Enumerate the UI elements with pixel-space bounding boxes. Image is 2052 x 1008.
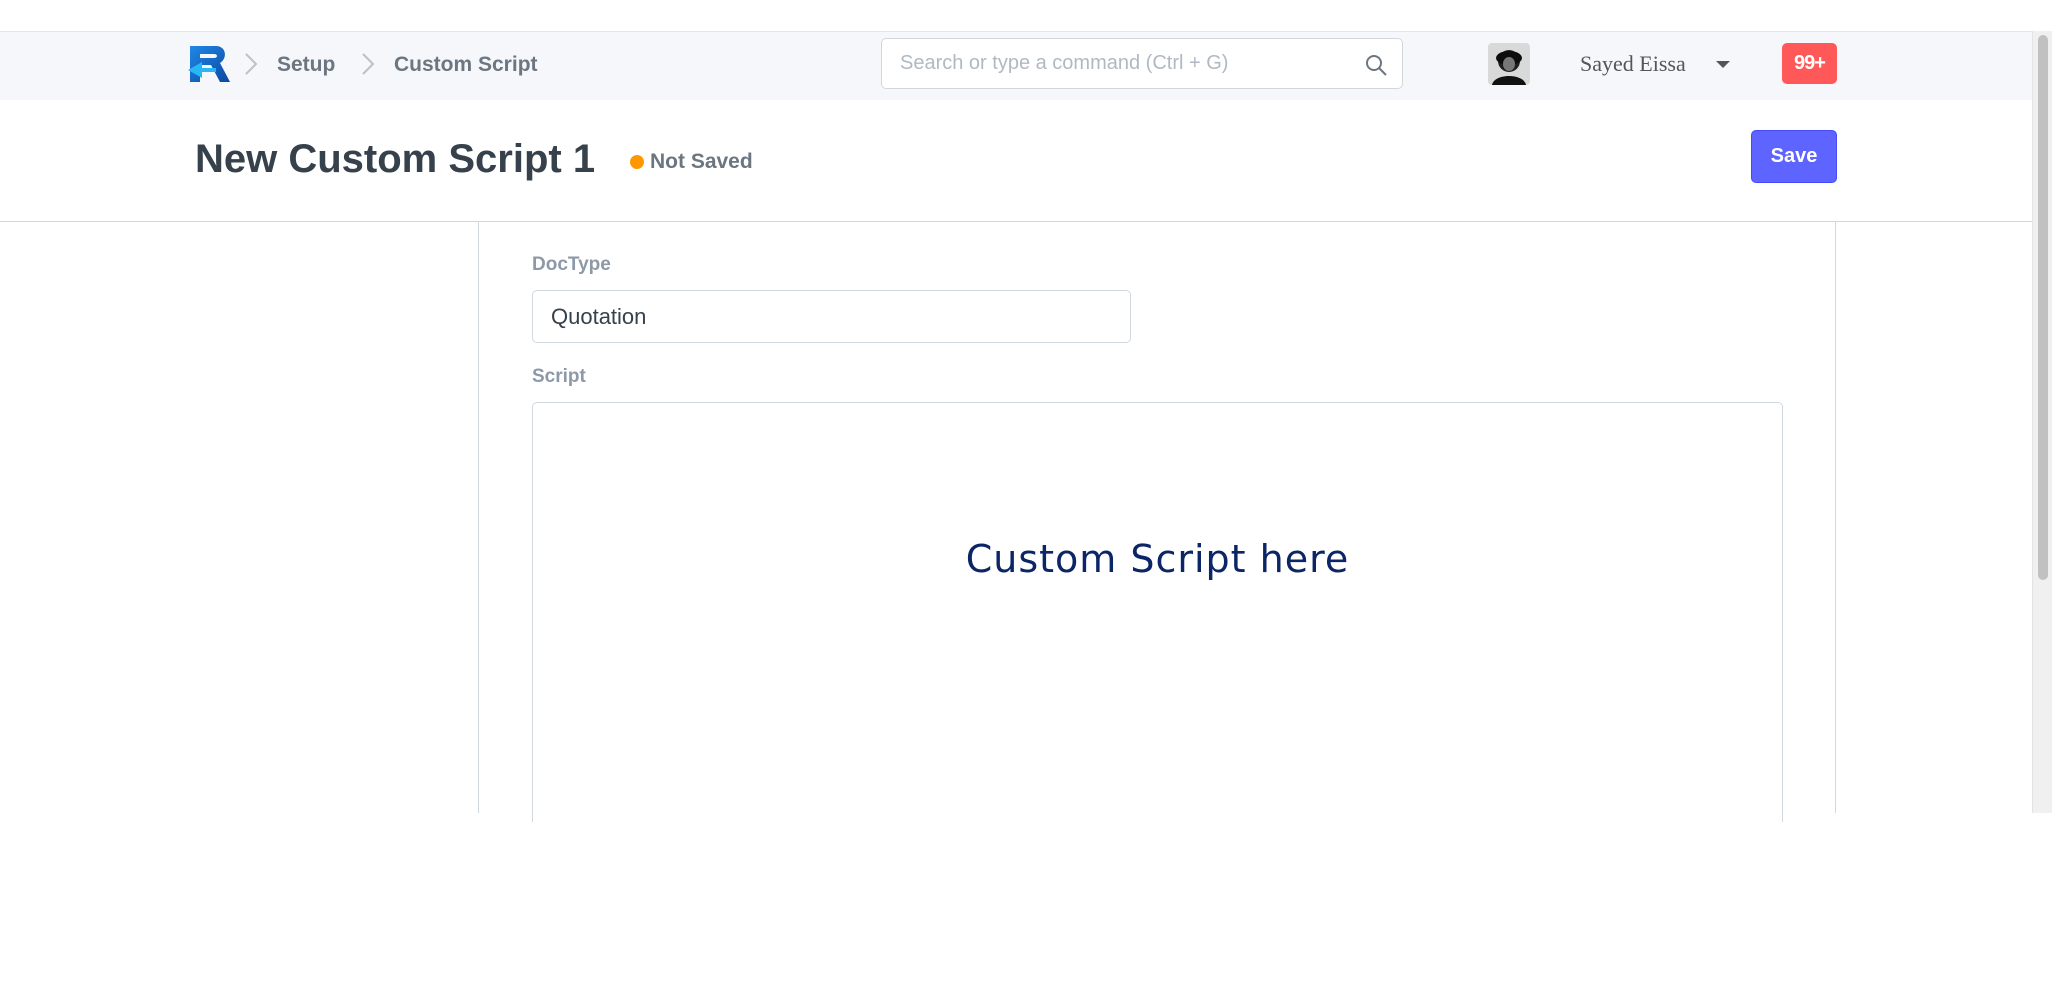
- search-input[interactable]: [882, 39, 1370, 88]
- page-scrollbar[interactable]: [2032, 31, 2052, 813]
- notification-badge[interactable]: 99+: [1782, 43, 1837, 84]
- avatar-image-icon: [1488, 43, 1530, 85]
- app-logo-icon[interactable]: [186, 44, 232, 84]
- page-head: New Custom Script 1 Not Saved Save: [0, 100, 2032, 222]
- doctype-field[interactable]: [532, 290, 1131, 343]
- breadcrumb-custom-script[interactable]: Custom Script: [394, 53, 538, 77]
- save-button[interactable]: Save: [1751, 130, 1837, 183]
- page-title: New Custom Script 1: [195, 137, 596, 181]
- breadcrumb-chevron-icon: [245, 53, 258, 75]
- status-dot-icon: [630, 155, 644, 169]
- script-label: Script: [532, 366, 586, 387]
- scrollbar-thumb[interactable]: [2038, 35, 2048, 580]
- doctype-label: DocType: [532, 254, 611, 275]
- user-menu-name[interactable]: Sayed Eissa: [1580, 51, 1686, 77]
- breadcrumb-setup[interactable]: Setup: [277, 53, 335, 77]
- breadcrumb-chevron-icon: [362, 53, 375, 75]
- navbar: Setup Custom Script Sayed Eissa 99+: [0, 31, 2032, 101]
- form-layout: DocType Script Custom Script here: [478, 222, 1836, 822]
- caret-down-icon[interactable]: [1716, 61, 1730, 68]
- status-indicator: Not Saved: [650, 150, 753, 173]
- script-editor[interactable]: Custom Script here: [532, 402, 1783, 822]
- search-box: [881, 38, 1403, 89]
- user-avatar[interactable]: [1488, 43, 1530, 85]
- search-icon[interactable]: [1364, 53, 1388, 77]
- script-placeholder-text: Custom Script here: [965, 537, 1350, 581]
